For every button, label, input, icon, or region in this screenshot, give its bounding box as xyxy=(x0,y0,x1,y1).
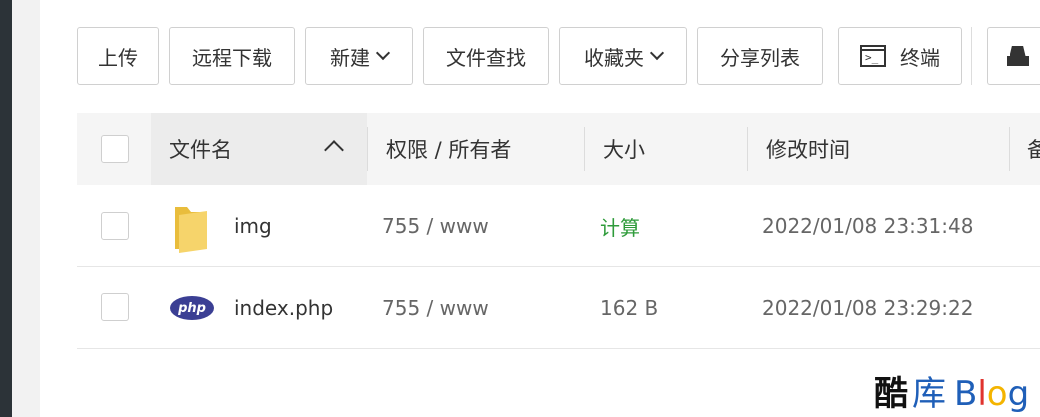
left-sidebar-edge xyxy=(0,0,12,417)
file-size-calculate-link[interactable]: 计算 xyxy=(600,185,640,267)
upload-label: 上传 xyxy=(98,45,138,70)
watermark-char: o xyxy=(986,374,1008,414)
file-size-text: 计算 xyxy=(600,215,640,240)
favorites-dropdown-button[interactable]: 收藏夹 xyxy=(559,27,687,85)
column-separator xyxy=(1009,127,1010,171)
column-size-label: 大小 xyxy=(603,138,645,162)
table-header: 文件名 权限 / 所有者 大小 修改时间 备 xyxy=(77,113,1040,185)
file-permission-text: 755 / www xyxy=(382,296,489,320)
chevron-down-icon xyxy=(375,45,391,61)
chevron-down-icon xyxy=(649,45,665,61)
share-list-label: 分享列表 xyxy=(720,45,800,70)
left-gutter xyxy=(12,0,40,417)
column-modified-header[interactable]: 修改时间 xyxy=(766,113,850,185)
column-extra-header[interactable]: 备 xyxy=(1027,113,1040,185)
share-list-button[interactable]: 分享列表 xyxy=(697,27,823,85)
file-name[interactable]: index.php xyxy=(234,267,333,349)
upload-button[interactable]: 上传 xyxy=(77,27,159,85)
column-separator xyxy=(584,127,585,171)
select-all-checkbox[interactable] xyxy=(101,135,129,163)
column-size-header[interactable]: 大小 xyxy=(603,113,645,185)
file-permission[interactable]: 755 / www xyxy=(382,267,489,349)
disk-button[interactable] xyxy=(987,27,1040,85)
table-row[interactable]: php index.php 755 / www 162 B 2022/01/08… xyxy=(77,267,1040,349)
terminal-label: 终端 xyxy=(900,45,940,70)
column-permission-label: 权限 / 所有者 xyxy=(386,138,512,162)
watermark-char: l xyxy=(977,374,987,414)
column-name-header[interactable]: 文件名 xyxy=(169,113,232,185)
blog-watermark: 酷 库 B l o g xyxy=(874,368,1029,414)
remote-download-button[interactable]: 远程下载 xyxy=(169,27,295,85)
folder-icon xyxy=(175,207,207,253)
column-separator xyxy=(747,127,748,171)
watermark-char: g xyxy=(1007,374,1030,414)
file-search-label: 文件查找 xyxy=(446,45,526,70)
new-label: 新建 xyxy=(330,45,370,70)
file-permission[interactable]: 755 / www xyxy=(382,185,489,267)
column-modified-label: 修改时间 xyxy=(766,138,850,162)
disk-icon xyxy=(1006,46,1029,66)
column-name-label: 文件名 xyxy=(169,138,232,162)
new-dropdown-button[interactable]: 新建 xyxy=(305,27,413,85)
row-checkbox[interactable] xyxy=(101,212,129,240)
terminal-button[interactable]: >_ 终端 xyxy=(838,27,962,85)
file-modified-text: 2022/01/08 23:29:22 xyxy=(762,296,974,320)
file-size: 162 B xyxy=(600,267,658,349)
file-size-text: 162 B xyxy=(600,296,659,320)
terminal-icon: >_ xyxy=(860,45,886,67)
php-icon-label: php xyxy=(178,300,206,316)
file-modified-time: 2022/01/08 23:29:22 xyxy=(762,267,973,349)
column-extra-label: 备 xyxy=(1027,138,1040,162)
file-name-text: index.php xyxy=(234,296,334,320)
column-permission-header[interactable]: 权限 / 所有者 xyxy=(386,113,511,185)
file-modified-time: 2022/01/08 23:31:48 xyxy=(762,185,973,267)
file-name-text: img xyxy=(234,214,272,238)
file-search-button[interactable]: 文件查找 xyxy=(423,27,549,85)
file-name[interactable]: img xyxy=(234,185,272,267)
watermark-char: B xyxy=(954,374,978,414)
watermark-char: 酷 xyxy=(874,374,908,414)
file-permission-text: 755 / www xyxy=(382,214,489,238)
php-file-icon: php xyxy=(170,296,214,320)
column-separator xyxy=(367,127,368,171)
watermark-char: 库 xyxy=(912,374,946,414)
toolbar-divider xyxy=(971,27,972,85)
row-checkbox[interactable] xyxy=(101,293,129,321)
table-row[interactable]: img 755 / www 计算 2022/01/08 23:31:48 xyxy=(77,185,1040,267)
favorites-label: 收藏夹 xyxy=(584,45,644,70)
file-modified-text: 2022/01/08 23:31:48 xyxy=(762,214,974,238)
remote-download-label: 远程下载 xyxy=(192,45,272,70)
